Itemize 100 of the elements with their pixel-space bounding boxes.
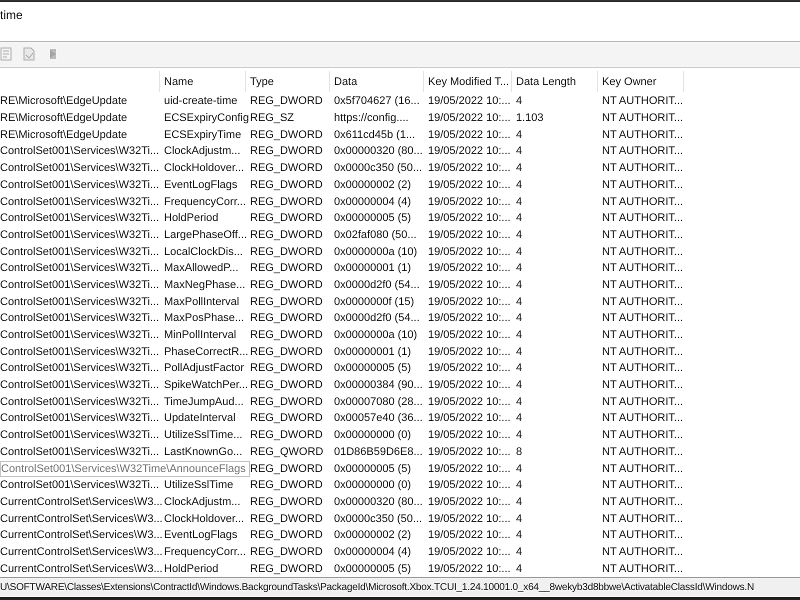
table-cell-text: 19/05/2022 10:... (427, 296, 512, 308)
table-cell: ControlSet001\Services\W32Ti... (0, 346, 160, 358)
table-cell: ControlSet001\Services\W32Ti... (0, 228, 160, 241)
table-cell-text: 0x00000005 (5) (333, 362, 412, 374)
table-cell-text: REG_DWORD (249, 562, 324, 575)
table-cell-text: uid-create-time (163, 95, 238, 108)
document-icon (22, 46, 36, 61)
table-cell-text: REG_DWORD (249, 246, 324, 258)
table-cell-text: NT AUTHORIT... (601, 379, 684, 392)
column-header[interactable]: Data (330, 71, 424, 92)
table-cell: ControlSet001\Services\W32Ti... (0, 262, 160, 274)
table-cell-text: HoldPeriod (163, 562, 220, 575)
table-cell-text: 0x00000004 (4) (333, 546, 412, 558)
table-cell-text: NT AUTHORIT... (601, 95, 684, 108)
table-cell-text: REG_DWORD (249, 396, 324, 408)
table-cell-text: 4 (515, 512, 524, 525)
column-header[interactable]: Name (160, 71, 246, 92)
table-cell-text: NT AUTHORIT... (601, 496, 684, 508)
table-cell-text: https://config.... (333, 112, 410, 124)
table-cell-text: 0x0000000a (10) (333, 246, 418, 258)
table-cell-text: NT AUTHORIT... (601, 479, 684, 492)
table-cell-text: 4 (515, 346, 524, 358)
table-cell-text: REG_DWORD (249, 329, 324, 341)
table-cell-text: 0x00000001 (1) (333, 346, 412, 358)
table-cell-text: REG_DWORD (249, 296, 324, 308)
table-cell-text: MaxPollInterval (163, 296, 240, 308)
table-cell-text: RE\Microsoft\EdgeUpdate (0, 95, 128, 108)
column-header[interactable]: Data Length (512, 71, 598, 92)
table-cell-text: 4 (515, 462, 524, 474)
table-cell-text: 0x0000000f (15) (333, 296, 416, 308)
table-cell-text: NT AUTHORIT... (601, 178, 684, 191)
table-cell-text: 0x00000005 (5) (333, 562, 412, 575)
table-cell: ControlSet001\Services\W32Ti... (0, 446, 160, 458)
table-cell-text: 19/05/2022 10:... (427, 479, 512, 492)
table-cell-text: 19/05/2022 10:... (427, 196, 512, 208)
table-cell-text: 19/05/2022 10:... (427, 546, 512, 558)
table-cell-text: NT AUTHORIT... (601, 329, 684, 341)
table-cell-text: NT AUTHORIT... (601, 512, 684, 525)
table-cell-text: 4 (515, 529, 524, 542)
table-cell-text: NT AUTHORIT... (601, 128, 684, 141)
table-cell-text: 0x00000320 (80... (333, 145, 424, 158)
column-header[interactable]: Key Modified T... (424, 71, 512, 92)
table-cell-text: 0x00000004 (4) (333, 196, 412, 208)
table-cell-text: 19/05/2022 10:... (427, 228, 512, 241)
table-cell-text: 4 (515, 262, 524, 274)
table-cell-text: TimeJumpAud... (163, 396, 245, 408)
table-cell-text: REG_DWORD (249, 312, 324, 324)
table-cell-text: 0x00000005 (5) (333, 212, 412, 224)
table-cell-text: 19/05/2022 10:... (427, 496, 512, 508)
table-cell-text: REG_DWORD (249, 496, 324, 508)
table-cell-text: REG_DWORD (249, 362, 324, 374)
table-cell-text: 4 (515, 362, 524, 374)
table-cell-text: 19/05/2022 10:... (427, 462, 512, 474)
table-cell-text: REG_QWORD (249, 446, 324, 458)
table-cell: ControlSet001\Services\W32Ti... (0, 178, 160, 191)
table-cell-text: REG_DWORD (249, 145, 324, 158)
table-cell-text: UtilizeSslTime (163, 479, 234, 492)
table-cell-text: ClockHoldover... (163, 162, 246, 174)
table-cell-text: REG_DWORD (249, 529, 324, 542)
table-cell-text: NT AUTHORIT... (601, 262, 684, 274)
table-cell-text: 19/05/2022 10:... (427, 95, 512, 108)
table-cell-text: REG_DWORD (249, 95, 324, 108)
table-cell: CurrentControlSet\Services\W3... (0, 529, 160, 542)
table-cell-text: 4 (515, 312, 524, 324)
table-cell: ControlSet001\Services\W32Ti... (0, 212, 160, 224)
table-cell-text: FrequencyCorr... (163, 196, 246, 208)
table-cell-text: 19/05/2022 10:... (427, 446, 512, 458)
column-header[interactable]: Type (246, 71, 330, 92)
table-cell-text: REG_DWORD (249, 278, 324, 291)
table-cell: ControlSet001\Services\W32Ti... (0, 362, 160, 374)
table-cell: ControlSet001\Services\W32Ti... (0, 196, 160, 208)
table-cell-text: REG_DWORD (249, 178, 324, 191)
table-cell-text: ClockHoldover... (163, 512, 246, 525)
table-cell-text: 0x00000005 (5) (333, 462, 412, 474)
table-cell-text: 0x00000002 (2) (333, 178, 412, 191)
table-cell-text: 4 (515, 496, 524, 508)
table-cell-text: 19/05/2022 10:... (427, 212, 512, 224)
table-cell-text: 0x0000c350 (50... (333, 512, 424, 525)
table-cell-text: REG_DWORD (249, 462, 324, 474)
table-cell: ControlSet001\Services\W32Ti... (0, 278, 160, 291)
table-cell-text: 8 (515, 446, 524, 458)
table-cell-text: ClockAdjustm... (163, 496, 242, 508)
table-cell-text: REG_DWORD (249, 196, 324, 208)
table-cell-text: MaxNegPhase... (163, 278, 246, 291)
table-cell-text: EventLogFlags (163, 178, 238, 191)
table-cell-text: NT AUTHORIT... (601, 546, 684, 558)
table-cell-text: 4 (515, 95, 524, 108)
table-cell: ControlSet001\Services\W32Ti... (0, 429, 160, 442)
table-cell-text: 4 (515, 479, 524, 492)
table-cell-text: 01D86B59D6E8... (333, 446, 424, 458)
table-cell-text: 4 (515, 228, 524, 241)
table-cell-text: MaxPosPhase... (163, 312, 246, 324)
table-cell-text: 19/05/2022 10:... (427, 379, 512, 392)
window-title: time (0, 8, 23, 22)
properties-icon (0, 46, 12, 61)
table-cell-text: 4 (515, 246, 524, 258)
column-header[interactable]: Key Owner (598, 71, 684, 92)
table-cell-text: 1.103 (515, 112, 545, 124)
tooltip: ControlSet001\Services\W32Time\AnnounceFlags (0, 460, 250, 476)
table-cell-text: RE\Microsoft\EdgeUpdate (0, 112, 128, 124)
